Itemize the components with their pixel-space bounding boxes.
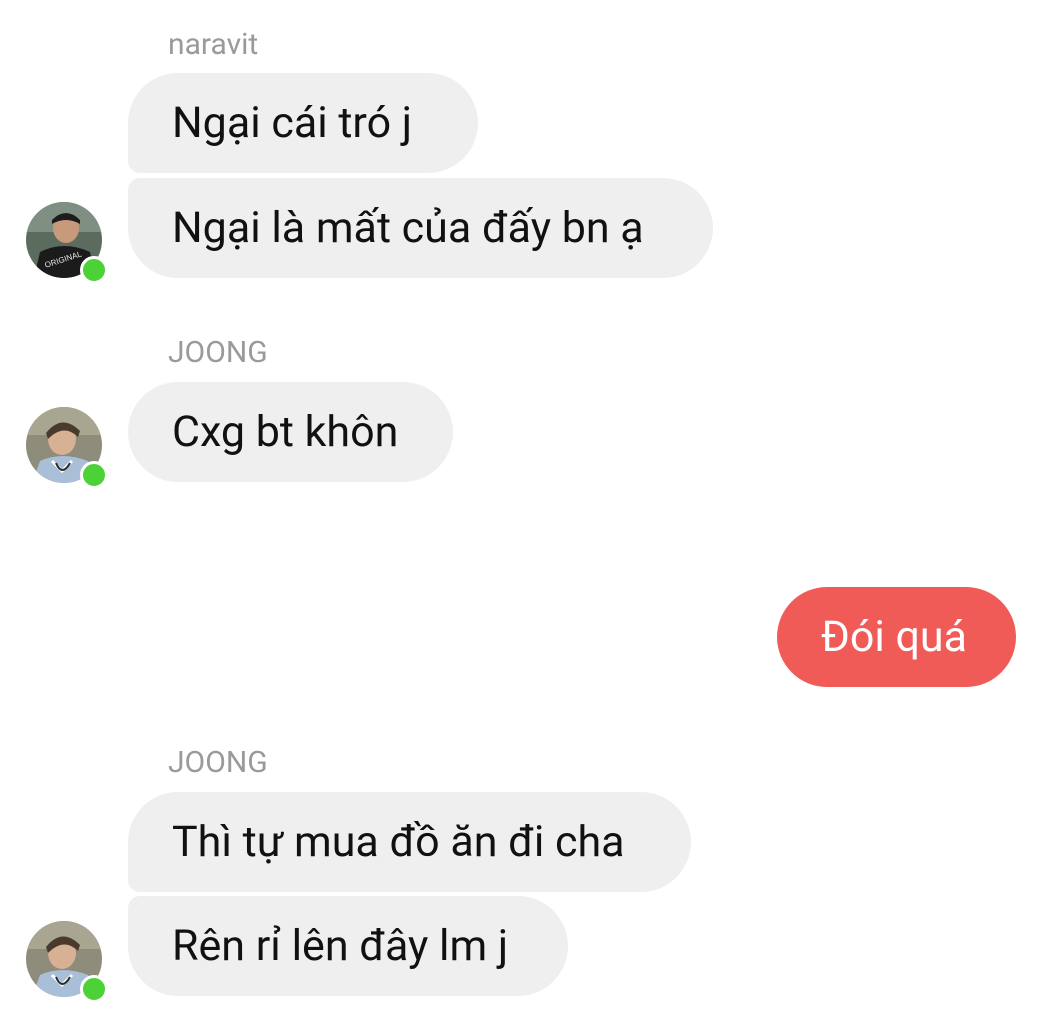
online-status-dot <box>80 256 108 284</box>
avatar[interactable] <box>26 407 108 489</box>
avatar[interactable] <box>26 921 108 1003</box>
sender-name: naravit <box>168 27 259 62</box>
online-status-dot <box>80 975 108 1003</box>
outgoing-message-bubble[interactable]: Đói quá <box>777 587 1016 687</box>
message-bubble[interactable]: Rên rỉ lên đây lm j <box>128 896 568 996</box>
message-bubble[interactable]: Thì tự mua đồ ăn đi cha <box>128 792 691 892</box>
online-status-dot <box>80 461 108 489</box>
message-bubble[interactable]: Ngại là mất của đấy bn ạ <box>128 178 713 278</box>
message-bubble[interactable]: Ngại cái tró j <box>128 73 478 173</box>
avatar[interactable]: ORIGINAL <box>26 202 108 284</box>
sender-name: JOONG <box>168 335 268 370</box>
sender-name: JOONG <box>168 745 268 780</box>
message-bubble[interactable]: Cxg bt khôn <box>128 382 453 482</box>
